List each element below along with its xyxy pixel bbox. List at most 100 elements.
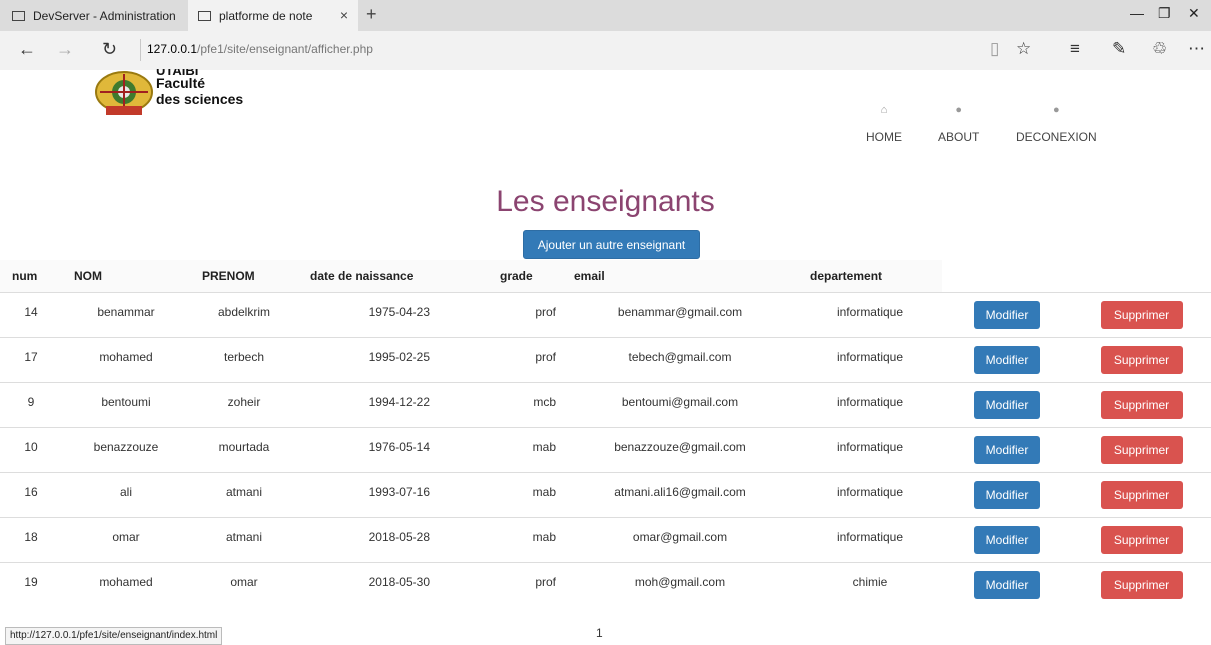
new-tab-icon[interactable]: + [366, 4, 377, 25]
col-edit [942, 260, 1072, 292]
cell-num: 16 [0, 471, 62, 517]
cell-edit: Modifier [942, 471, 1072, 517]
cell-nom: benammar [62, 291, 190, 337]
table-row: 17 mohamed terbech 1995-02-25 prof tebech@gma… [0, 336, 1211, 382]
modifier-button[interactable]: Modifier [974, 435, 1040, 464]
cell-grade: prof [488, 561, 562, 607]
col-date-naissance: date de naissance [298, 260, 488, 293]
cell-departement: chimie [798, 561, 942, 607]
url-host: 127.0.0.1 [147, 42, 198, 56]
home-icon: ⌂ [880, 104, 888, 116]
web-note-icon[interactable]: ✎ [1112, 39, 1126, 59]
university-logo [92, 70, 156, 116]
brand-text: UTAIBI Faculté des sciences [156, 69, 244, 107]
cell-grade: mab [488, 471, 562, 517]
close-tab-icon[interactable]: × [340, 7, 348, 23]
cell-prenom: atmani [190, 516, 298, 562]
cell-num: 10 [0, 426, 62, 472]
user-icon: ● [1053, 104, 1060, 116]
url-field[interactable]: 127.0.0.1/pfe1/site/enseignant/afficher.… [147, 42, 373, 56]
cell-date-naissance: 1993-07-16 [298, 471, 488, 517]
modifier-button[interactable]: Modifier [974, 300, 1040, 329]
cell-edit: Modifier [942, 426, 1072, 472]
supprimer-button[interactable]: Supprimer [1100, 300, 1183, 329]
tab-devserver[interactable]: DevServer - Administration [0, 0, 187, 31]
page-icon [12, 10, 25, 21]
modifier-button[interactable]: Modifier [974, 390, 1040, 419]
table-row: 18 omar atmani 2018-05-28 mab omar@gmail.com i… [0, 516, 1211, 562]
modifier-button[interactable]: Modifier [974, 480, 1040, 509]
supprimer-button[interactable]: Supprimer [1100, 390, 1183, 419]
cell-edit: Modifier [942, 561, 1072, 607]
add-teacher-button[interactable]: Ajouter un autre enseignant [523, 230, 700, 259]
favorite-star-icon[interactable]: ☆ [1016, 39, 1031, 59]
cell-date-naissance: 2018-05-28 [298, 516, 488, 562]
table-row: 14 benammar abdelkrim 1975-04-23 prof benamma… [0, 291, 1211, 337]
cell-delete: Supprimer [1072, 471, 1211, 517]
cell-num: 9 [0, 381, 62, 427]
tab-label: DevServer - Administration [33, 8, 176, 23]
nav-deconexion[interactable]: ● DECONEXION [1016, 104, 1097, 144]
page-icon [198, 10, 211, 21]
cell-date-naissance: 1994-12-22 [298, 381, 488, 427]
col-num: num [0, 260, 62, 293]
col-nom: NOM [62, 260, 190, 293]
col-email: email [562, 260, 798, 293]
divider [140, 39, 141, 61]
share-icon[interactable]: ♲ [1152, 39, 1167, 59]
cell-grade: mab [488, 516, 562, 562]
brand-line-1: Faculté [156, 75, 206, 91]
supprimer-button[interactable]: Supprimer [1100, 525, 1183, 554]
supprimer-button[interactable]: Supprimer [1100, 345, 1183, 374]
supprimer-button[interactable]: Supprimer [1100, 435, 1183, 464]
tab-platforme-de-note[interactable]: platforme de note × [188, 0, 358, 31]
reading-view-icon[interactable]: ▯ [990, 39, 999, 59]
user-icon: ● [955, 104, 962, 116]
table-row: 16 ali atmani 1993-07-16 mab atmani.ali16@gma… [0, 471, 1211, 517]
modifier-button[interactable]: Modifier [974, 570, 1040, 599]
col-prenom: PRENOM [190, 260, 298, 293]
browser-address-bar: ← → ↻ 127.0.0.1/pfe1/site/enseignant/aff… [0, 31, 1211, 70]
cell-prenom: omar [190, 561, 298, 607]
cell-grade: prof [488, 336, 562, 382]
minimize-icon[interactable]: — [1130, 5, 1144, 21]
supprimer-button[interactable]: Supprimer [1100, 570, 1183, 599]
table-row: 9 bentoumi zoheir 1994-12-22 mcb bentoumi@gma… [0, 381, 1211, 427]
modifier-button[interactable]: Modifier [974, 525, 1040, 554]
cell-nom: ali [62, 471, 190, 517]
cell-email: benazzouze@gmail.com [562, 426, 798, 472]
cell-grade: prof [488, 291, 562, 337]
col-delete [1072, 260, 1211, 292]
modifier-button[interactable]: Modifier [974, 345, 1040, 374]
cell-prenom: atmani [190, 471, 298, 517]
nav-deconexion-label: DECONEXION [1016, 130, 1097, 144]
cell-delete: Supprimer [1072, 381, 1211, 427]
cell-prenom: abdelkrim [190, 291, 298, 337]
cell-nom: mohamed [62, 561, 190, 607]
pagination-page-1[interactable]: 1 [596, 626, 603, 640]
cell-departement: informatique [798, 291, 942, 337]
refresh-icon[interactable]: ↻ [102, 39, 117, 60]
back-icon[interactable]: ← [18, 39, 36, 60]
cell-edit: Modifier [942, 516, 1072, 562]
more-icon[interactable]: ⋯ [1188, 39, 1205, 59]
restore-icon[interactable]: ❐ [1158, 5, 1171, 22]
nav-home[interactable]: ⌂ HOME [866, 104, 902, 144]
cell-departement: informatique [798, 336, 942, 382]
cell-departement: informatique [798, 516, 942, 562]
cell-edit: Modifier [942, 291, 1072, 337]
browser-tab-bar: DevServer - Administration platforme de … [0, 0, 1211, 31]
cell-email: atmani.ali16@gmail.com [562, 471, 798, 517]
nav-about[interactable]: ● ABOUT [938, 104, 979, 144]
cell-departement: informatique [798, 471, 942, 517]
cell-delete: Supprimer [1072, 291, 1211, 337]
cell-num: 14 [0, 291, 62, 337]
cell-email: omar@gmail.com [562, 516, 798, 562]
forward-icon[interactable]: → [56, 39, 74, 60]
table-header-row: num NOM PRENOM date de naissance grade e… [0, 260, 1211, 293]
brand-line-2: des sciences [156, 91, 244, 107]
supprimer-button[interactable]: Supprimer [1100, 480, 1183, 509]
close-window-icon[interactable]: ✕ [1188, 5, 1200, 22]
hub-icon[interactable]: ≡ [1070, 39, 1080, 59]
cell-departement: informatique [798, 381, 942, 427]
